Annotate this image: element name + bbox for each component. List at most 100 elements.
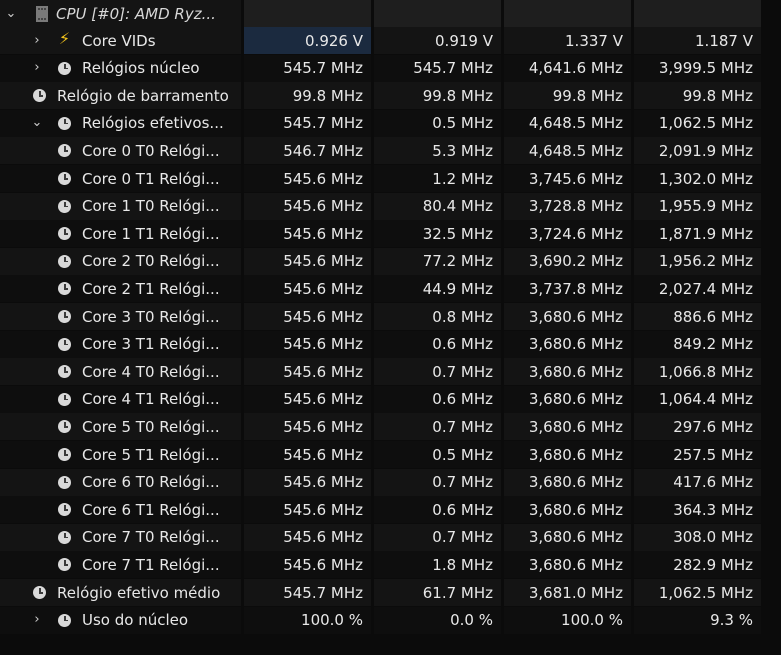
clock-icon <box>58 420 71 434</box>
sensor-value-min: 0.5 MHz <box>374 441 501 468</box>
sensor-row[interactable]: › ⚡ Core VIDs 0.926 V 0.919 V 1.337 V 1.187 V <box>0 27 781 54</box>
sensor-label-cell[interactable]: Core 3 T0 Relógi... <box>0 303 241 330</box>
sensor-value-avg: 849.2 MHz <box>634 330 761 358</box>
sensor-label-cell[interactable]: Core 4 T0 Relógi... <box>0 358 241 386</box>
sensor-label-cell[interactable]: Core 6 T0 Relógi... <box>0 468 241 496</box>
cpu-group-label-cell[interactable]: ⌄ CPU [#0]: AMD Ryz... <box>0 0 241 27</box>
sensor-value-avg: 257.5 MHz <box>634 441 761 468</box>
chevron-right-icon[interactable]: › <box>30 61 44 75</box>
sensor-label-cell[interactable]: Core 6 T1 Relógi... <box>0 496 241 524</box>
clock-icon <box>58 144 71 158</box>
sensor-row[interactable]: Core 1 T1 Relógi... 545.6 MHz 32.5 MHz 3,72… <box>0 220 781 248</box>
sensor-label: Core 1 T0 Relógi... <box>82 197 220 216</box>
sensor-row[interactable]: › Relógios núcleo 545.7 MHz 545.7 MHz 4,641.… <box>0 54 781 82</box>
sensor-value-min: 1.8 MHz <box>374 551 501 579</box>
header-cell-max <box>504 0 631 27</box>
sensor-label-cell[interactable]: Core 4 T1 Relógi... <box>0 385 241 413</box>
sensor-value-current: 545.6 MHz <box>244 192 371 220</box>
sensor-value-max: 99.8 MHz <box>504 82 631 110</box>
chevron-down-icon[interactable]: ⌄ <box>30 116 44 130</box>
sensor-value-avg: 1,066.8 MHz <box>634 358 761 386</box>
sensor-label: Core 2 T0 Relógi... <box>82 252 220 271</box>
sensor-label-cell[interactable]: Core 7 T1 Relógi... <box>0 551 241 579</box>
clock-icon <box>33 89 46 103</box>
clock-icon <box>58 613 71 627</box>
sensor-value-min: 0.7 MHz <box>374 358 501 386</box>
sensor-label-cell[interactable]: Core 3 T1 Relógi... <box>0 330 241 358</box>
clock-icon <box>58 365 71 379</box>
sensor-label-cell[interactable]: ⌄ Relógios efetivos... <box>0 109 241 137</box>
bolt-icon: ⚡ <box>58 29 71 48</box>
sensor-label: Core 0 T1 Relógi... <box>82 169 220 188</box>
sensor-row[interactable]: Core 6 T0 Relógi... 545.6 MHz 0.7 MHz 3,680… <box>0 468 781 496</box>
sensor-row[interactable]: › Uso do núcleo 100.0 % 0.0 % 100.0 % 9.3 % <box>0 606 781 634</box>
sensor-row[interactable]: Core 7 T0 Relógi... 545.6 MHz 0.7 MHz 3,680… <box>0 523 781 551</box>
sensor-value-min: 0.6 MHz <box>374 330 501 358</box>
sensor-value-max: 3,737.8 MHz <box>504 275 631 303</box>
sensor-row[interactable]: Relógio de barramento 99.8 MHz 99.8 MHz 99.… <box>0 82 781 110</box>
sensor-label-cell[interactable]: › Uso do núcleo <box>0 606 241 634</box>
sensor-value-min: 0.7 MHz <box>374 413 501 441</box>
sensor-value-min: 32.5 MHz <box>374 220 501 248</box>
sensor-value-current: 545.6 MHz <box>244 330 371 358</box>
sensor-label-cell[interactable]: Core 5 T1 Relógi... <box>0 441 241 468</box>
sensor-value-min: 5.3 MHz <box>374 137 501 165</box>
sensor-label-cell[interactable]: Relógio efetivo médio <box>0 579 241 606</box>
sensor-row[interactable]: Core 1 T0 Relógi... 545.6 MHz 80.4 MHz 3,72… <box>0 192 781 220</box>
sensor-label-cell[interactable]: Core 0 T1 Relógi... <box>0 165 241 192</box>
sensor-value-avg: 1,062.5 MHz <box>634 579 761 606</box>
sensor-value-current: 0.926 V <box>244 27 371 54</box>
sensor-row[interactable]: Core 0 T1 Relógi... 545.6 MHz 1.2 MHz 3,745… <box>0 165 781 192</box>
cpu-group-header[interactable]: ⌄ CPU [#0]: AMD Ryz... <box>0 0 781 27</box>
cpu-group-label: CPU [#0]: AMD Ryz... <box>56 4 216 23</box>
sensor-row[interactable]: Core 7 T1 Relógi... 545.6 MHz 1.8 MHz 3,680… <box>0 551 781 579</box>
sensor-label-cell[interactable]: Core 1 T1 Relógi... <box>0 220 241 248</box>
sensor-row[interactable]: Core 3 T0 Relógi... 545.6 MHz 0.8 MHz 3,680… <box>0 303 781 330</box>
sensor-value-max: 3,680.6 MHz <box>504 441 631 468</box>
sensor-value-current: 545.6 MHz <box>244 303 371 330</box>
sensor-value-max: 3,728.8 MHz <box>504 192 631 220</box>
sensor-value-avg: 1.187 V <box>634 27 761 54</box>
sensor-label-cell[interactable]: Core 7 T0 Relógi... <box>0 523 241 551</box>
sensor-row[interactable]: Core 2 T0 Relógi... 545.6 MHz 77.2 MHz 3,69… <box>0 247 781 275</box>
sensor-value-current: 545.6 MHz <box>244 247 371 275</box>
sensor-table: ⌄ CPU [#0]: AMD Ryz... › ⚡ Core VIDs 0.926 … <box>0 0 781 655</box>
chevron-right-icon[interactable]: › <box>30 33 44 48</box>
sensor-value-avg: 417.6 MHz <box>634 468 761 496</box>
sensor-row[interactable]: Core 6 T1 Relógi... 545.6 MHz 0.6 MHz 3,680… <box>0 496 781 524</box>
sensor-value-max: 100.0 % <box>504 606 631 634</box>
sensor-row[interactable]: ⌄ Relógios efetivos... 545.7 MHz 0.5 MHz 4,6… <box>0 109 781 137</box>
clock-icon <box>58 116 71 130</box>
clock-icon <box>58 503 71 517</box>
sensor-label-cell[interactable]: Core 2 T1 Relógi... <box>0 275 241 303</box>
sensor-value-max: 4,648.5 MHz <box>504 137 631 165</box>
sensor-label-cell[interactable]: › ⚡ Core VIDs <box>0 27 241 54</box>
sensor-label-cell[interactable]: Core 1 T0 Relógi... <box>0 192 241 220</box>
clock-icon <box>33 586 46 599</box>
sensor-row[interactable]: Core 2 T1 Relógi... 545.6 MHz 44.9 MHz 3,73… <box>0 275 781 303</box>
sensor-label: Core 6 T0 Relógi... <box>82 473 220 492</box>
sensor-value-avg: 3,999.5 MHz <box>634 54 761 82</box>
sensor-row[interactable]: Core 0 T0 Relógi... 546.7 MHz 5.3 MHz 4,648… <box>0 137 781 165</box>
clock-icon <box>58 254 71 268</box>
sensor-label-cell[interactable]: Core 5 T0 Relógi... <box>0 413 241 441</box>
header-cell-avg <box>634 0 761 27</box>
sensor-row[interactable]: Core 5 T0 Relógi... 545.6 MHz 0.7 MHz 3,680… <box>0 413 781 441</box>
sensor-label-cell[interactable]: › Relógios núcleo <box>0 54 241 82</box>
chevron-right-icon[interactable]: › <box>30 613 44 627</box>
sensor-row[interactable]: Core 4 T1 Relógi... 545.6 MHz 0.6 MHz 3,680… <box>0 385 781 413</box>
sensor-label-cell[interactable]: Core 0 T0 Relógi... <box>0 137 241 165</box>
sensor-label-cell[interactable]: Core 2 T0 Relógi... <box>0 247 241 275</box>
sensor-value-min: 0.7 MHz <box>374 468 501 496</box>
header-cell-current <box>244 0 371 27</box>
sensor-label: Core VIDs <box>82 31 156 50</box>
sensor-value-min: 0.919 V <box>374 27 501 54</box>
sensor-row[interactable]: Relógio efetivo médio 545.7 MHz 61.7 MHz 3,… <box>0 579 781 606</box>
sensor-row[interactable]: Core 3 T1 Relógi... 545.6 MHz 0.6 MHz 3,680… <box>0 330 781 358</box>
sensor-label-cell[interactable]: Relógio de barramento <box>0 82 241 110</box>
sensor-value-max: 4,648.5 MHz <box>504 109 631 137</box>
sensor-row[interactable]: Core 4 T0 Relógi... 545.6 MHz 0.7 MHz 3,680… <box>0 358 781 386</box>
sensor-value-current: 545.6 MHz <box>244 551 371 579</box>
sensor-row[interactable]: Core 5 T1 Relógi... 545.6 MHz 0.5 MHz 3,680… <box>0 441 781 468</box>
chevron-down-icon[interactable]: ⌄ <box>4 6 18 21</box>
